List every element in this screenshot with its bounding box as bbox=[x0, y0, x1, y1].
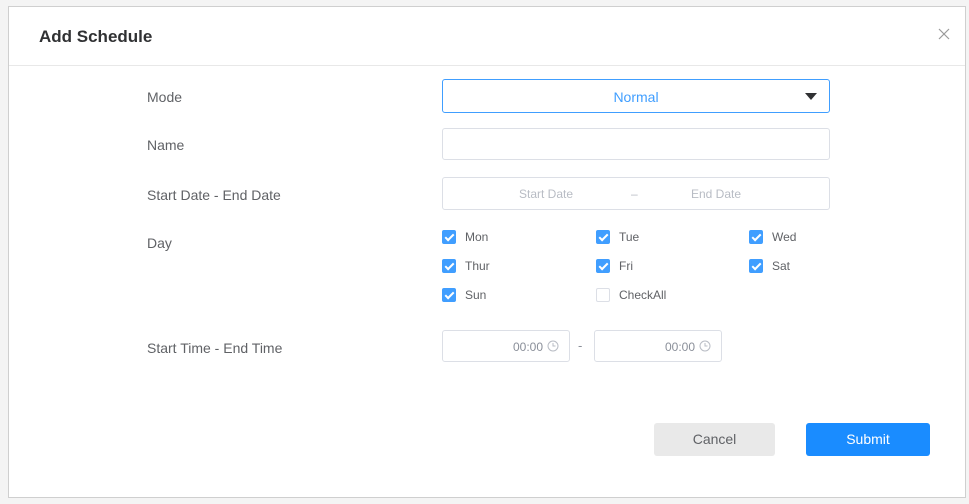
checkbox-checked-icon bbox=[442, 259, 456, 273]
day-checkbox-label: Sun bbox=[465, 288, 487, 302]
start-date-input[interactable]: Start Date bbox=[519, 187, 573, 201]
start-time-value: 00:00 bbox=[512, 340, 543, 354]
dialog-header: Add Schedule bbox=[9, 7, 965, 66]
time-range-separator: - bbox=[578, 338, 583, 353]
day-checkbox-label: Thur bbox=[465, 259, 490, 273]
time-range-label: Start Time - End Time bbox=[147, 340, 283, 356]
submit-button[interactable]: Submit bbox=[806, 423, 930, 456]
date-range-separator: – bbox=[631, 187, 638, 201]
day-checkbox-label: Fri bbox=[619, 259, 633, 273]
cancel-button[interactable]: Cancel bbox=[654, 423, 775, 456]
mode-select[interactable]: Normal bbox=[442, 79, 830, 113]
day-label: Day bbox=[147, 235, 172, 251]
mode-label: Mode bbox=[147, 89, 183, 105]
close-icon[interactable] bbox=[933, 23, 955, 45]
day-checkbox-label: Sat bbox=[772, 259, 791, 273]
end-time-input[interactable]: 00:00 bbox=[594, 330, 722, 362]
mode-select-value: Normal bbox=[613, 89, 659, 105]
checkbox-checked-icon bbox=[749, 259, 763, 273]
caret-down-icon bbox=[805, 93, 817, 100]
clock-icon bbox=[547, 340, 559, 352]
day-checkbox-label: CheckAll bbox=[619, 288, 667, 302]
end-time-value: 00:00 bbox=[664, 340, 695, 354]
start-time-input[interactable]: 00:00 bbox=[442, 330, 570, 362]
clock-icon bbox=[699, 340, 711, 352]
dialog-title: Add Schedule bbox=[39, 27, 153, 46]
name-label: Name bbox=[147, 137, 185, 153]
day-checkbox-label: Wed bbox=[772, 230, 797, 244]
checkbox-unchecked-icon bbox=[596, 288, 610, 302]
checkbox-checked-icon bbox=[442, 230, 456, 244]
checkbox-checked-icon bbox=[442, 288, 456, 302]
checkbox-checked-icon bbox=[596, 230, 610, 244]
checkbox-checked-icon bbox=[596, 259, 610, 273]
end-date-input[interactable]: End Date bbox=[691, 187, 741, 201]
checkbox-checked-icon bbox=[749, 230, 763, 244]
day-checkbox-label: Mon bbox=[465, 230, 489, 244]
day-checkbox-label: Tue bbox=[619, 230, 640, 244]
name-input[interactable] bbox=[442, 128, 830, 160]
date-range-label: Start Date - End Date bbox=[147, 187, 281, 203]
add-schedule-dialog: Add Schedule Mode Normal Name Start Date… bbox=[8, 6, 966, 498]
date-range-picker[interactable]: Start Date – End Date bbox=[442, 177, 830, 210]
